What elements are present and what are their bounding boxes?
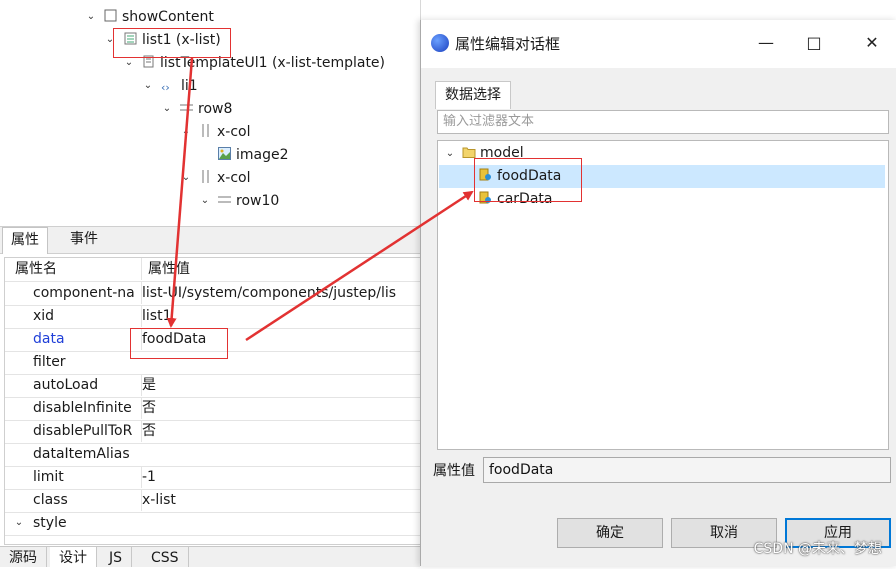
watermark: CSDN @未来、梦想	[753, 541, 882, 557]
annotation-arrows	[166, 57, 474, 342]
arrow-data-to-fooddata	[245, 190, 474, 342]
arrow-list1-to-data	[166, 57, 194, 328]
